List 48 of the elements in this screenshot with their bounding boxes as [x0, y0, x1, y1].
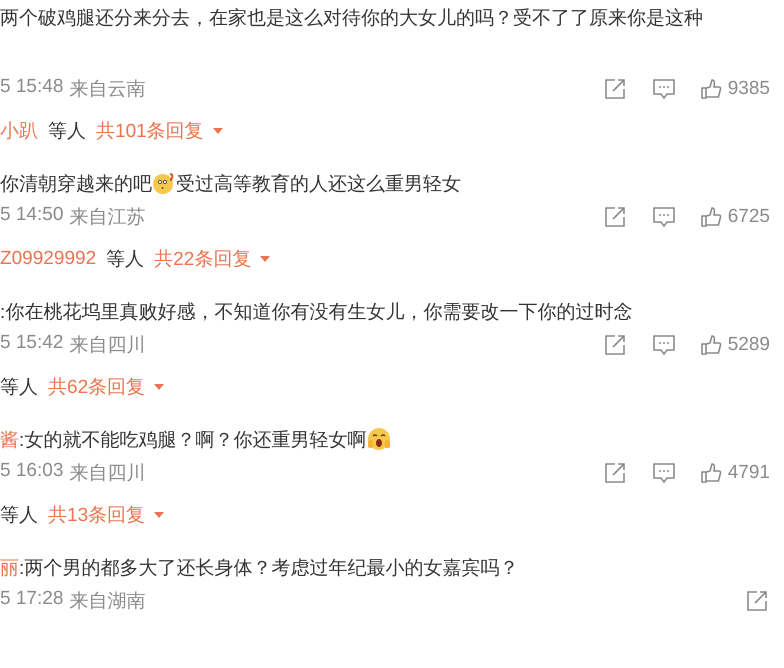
share-icon[interactable]	[604, 206, 628, 228]
share-icon[interactable]	[604, 334, 628, 356]
like-count: 5289	[728, 334, 770, 356]
replies-link[interactable]: 共22条回复	[154, 246, 272, 272]
user-link[interactable]: Z09929992	[0, 248, 96, 270]
comment-location: 来自云南	[69, 78, 146, 102]
replies-link[interactable]: 共101条回复	[96, 118, 224, 144]
comment-icon[interactable]	[652, 334, 676, 356]
replies-link[interactable]: 共13条回复	[48, 502, 166, 528]
caret-icon	[153, 383, 166, 391]
comment-location: 来自湖南	[69, 590, 146, 614]
comment-time: 5 17:28	[0, 588, 64, 611]
comment-time: 5 15:48	[0, 76, 64, 99]
comment-icon[interactable]	[652, 206, 676, 228]
comment-text: 你清朝穿越来的吧 受过高等教育的人还这么重男轻女	[0, 170, 770, 200]
share-icon[interactable]	[604, 462, 628, 484]
others-label: 等人	[48, 120, 86, 144]
caret-icon	[259, 255, 272, 263]
user-link[interactable]: 小趴	[0, 118, 38, 144]
thumbs-up-icon[interactable]	[700, 206, 722, 228]
comment-time: 5 16:03	[0, 460, 64, 483]
thumbs-up-icon[interactable]	[700, 78, 722, 100]
comment-time: 5 14:50	[0, 204, 64, 227]
user-link[interactable]: 酱	[0, 430, 19, 451]
comment-time: 5 15:42	[0, 332, 64, 355]
comment-location: 来自四川	[69, 334, 146, 358]
share-icon[interactable]	[604, 78, 628, 100]
like-count: 9385	[728, 78, 770, 100]
thumbs-up-icon[interactable]	[700, 334, 722, 356]
user-link[interactable]: 丽	[0, 558, 19, 579]
comment-location: 来自江苏	[69, 206, 146, 230]
others-label: 等人	[106, 248, 144, 272]
comment-text: 丽:两个男的都多大了还长身体？考虑过年纪最小的女嘉宾吗？	[0, 557, 520, 581]
like-count: 4791	[728, 462, 770, 484]
replies-link[interactable]: 共62条回复	[48, 374, 166, 400]
caret-icon	[212, 127, 224, 135]
caret-icon	[153, 511, 166, 519]
share-icon[interactable]	[746, 590, 770, 612]
others-label: 等人	[0, 376, 38, 400]
comment-icon[interactable]	[652, 462, 676, 484]
comment-text: 酱:女的就不能吃鸡腿？啊？你还重男轻女啊	[0, 426, 770, 456]
comment-text: :你在桃花坞里真败好感，不知道你有没有生女儿，你需要改一下你的过时念	[0, 301, 634, 325]
like-count: 6725	[728, 206, 770, 228]
comment-location: 来自四川	[69, 462, 146, 486]
comment-icon[interactable]	[652, 78, 676, 100]
others-label: 等人	[0, 504, 38, 528]
comment-text: 两个破鸡腿还分来分去，在家也是这么对待你的大女儿的吗？受不了了原来你是这种	[0, 7, 704, 31]
thumbs-up-icon[interactable]	[700, 462, 722, 484]
